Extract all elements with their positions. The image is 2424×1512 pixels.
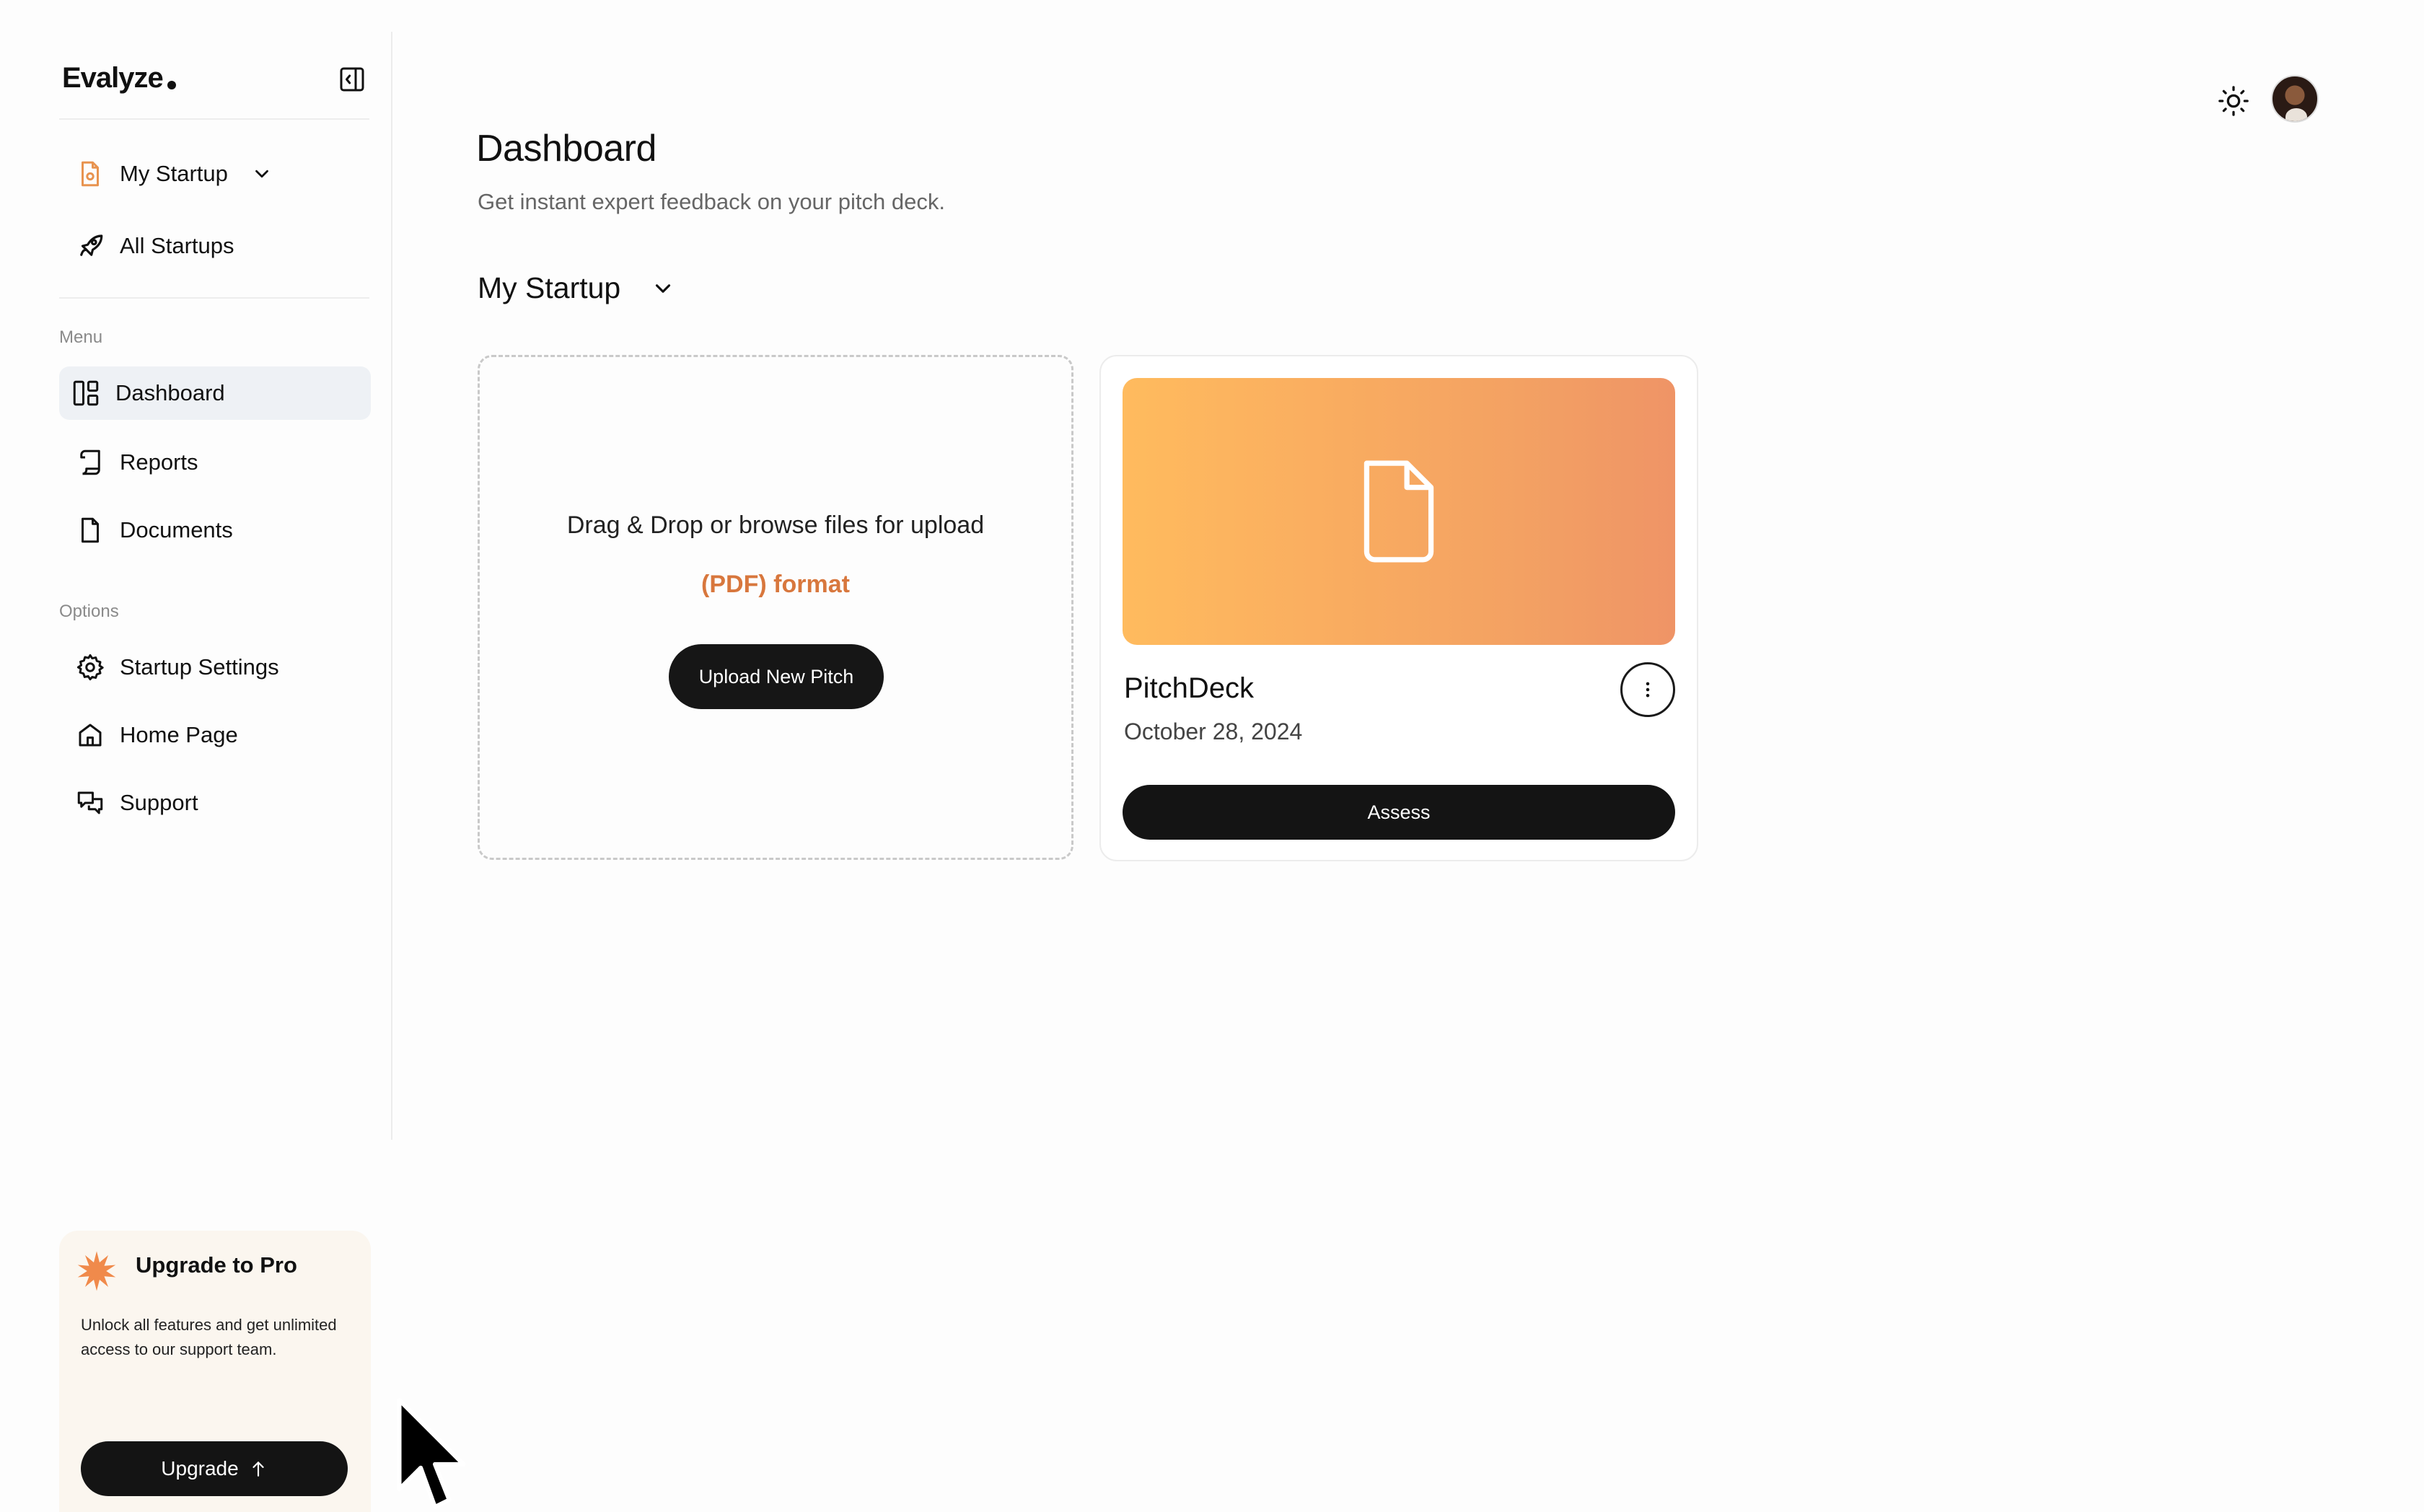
drop-zone-instructions: Drag & Drop or browse files for upload — [566, 511, 985, 539]
pitch-deck-card[interactable]: PitchDeck October 28, 2024 Assess — [1099, 355, 1698, 861]
scroll-icon — [74, 446, 107, 479]
options-section-label: Options — [59, 602, 119, 621]
brand-logo: Evalyze — [62, 62, 164, 94]
deck-name: PitchDeck — [1124, 672, 1255, 704]
startup-select-value: My Startup — [478, 271, 621, 304]
sidebar-item-label: Startup Settings — [120, 654, 279, 680]
sidebar-item-startup-settings[interactable]: Startup Settings — [59, 641, 371, 694]
sidebar-item-dashboard[interactable]: Dashboard — [59, 366, 371, 420]
document-icon — [74, 514, 107, 547]
brand-dot — [167, 81, 176, 89]
deck-thumbnail — [1123, 378, 1675, 645]
app-root: Evalyze My Startup All Startups Menu Das… — [0, 0, 2424, 1512]
document-icon — [1364, 460, 1434, 563]
sidebar-item-label: Reports — [120, 449, 198, 475]
all-startups-link[interactable]: All Startups — [59, 219, 371, 273]
upgrade-button-label: Upgrade — [161, 1457, 239, 1480]
rocket-icon — [74, 229, 107, 263]
sidebar-divider — [59, 118, 369, 120]
sidebar-border — [391, 32, 392, 1140]
startup-select-dropdown[interactable]: My Startup — [478, 271, 675, 305]
starburst-icon — [77, 1251, 116, 1291]
startup-switcher-label: My Startup — [120, 161, 228, 186]
sidebar-item-label: Home Page — [120, 722, 238, 747]
drop-zone-format: (PDF) format — [701, 571, 850, 598]
sidebar-divider — [59, 297, 369, 299]
mouse-cursor-icon — [397, 1397, 466, 1510]
startup-switcher[interactable]: My Startup — [59, 147, 371, 201]
upgrade-promo-card: Upgrade to Pro Unlock all features and g… — [59, 1231, 371, 1512]
chevron-down-icon — [255, 170, 268, 178]
sidebar-item-reports[interactable]: Reports — [59, 436, 371, 489]
arrow-up-icon — [252, 1462, 264, 1477]
startup-doc-icon — [74, 157, 107, 190]
page-subtitle: Get instant expert feedback on your pitc… — [478, 189, 945, 214]
chat-icon — [74, 786, 107, 819]
home-icon — [74, 718, 107, 752]
promo-description: Unlock all features and get unlimited ac… — [81, 1316, 337, 1358]
gear-icon — [74, 651, 107, 684]
sun-icon — [2218, 86, 2249, 116]
menu-section-label: Menu — [59, 328, 103, 347]
sidebar-collapse-icon — [340, 67, 364, 92]
deck-date: October 28, 2024 — [1124, 718, 1303, 744]
sidebar-item-home-page[interactable]: Home Page — [59, 708, 371, 762]
sidebar-item-label: Documents — [120, 517, 233, 542]
all-startups-label: All Startups — [120, 233, 234, 258]
file-drop-zone[interactable]: Drag & Drop or browse files for upload (… — [478, 355, 1073, 860]
upgrade-button[interactable]: Upgrade — [81, 1441, 348, 1496]
theme-toggle-button[interactable] — [2215, 82, 2252, 120]
upload-new-pitch-button[interactable]: Upload New Pitch — [669, 644, 884, 709]
sidebar: Evalyze My Startup All Startups Menu Das… — [0, 0, 393, 1512]
sidebar-item-support[interactable]: Support — [59, 776, 371, 830]
assess-button[interactable]: Assess — [1123, 785, 1675, 840]
more-vertical-icon — [1646, 682, 1650, 698]
sidebar-item-label: Support — [120, 790, 198, 815]
user-avatar[interactable] — [2271, 75, 2319, 123]
sidebar-item-label: Dashboard — [115, 380, 225, 405]
chevron-down-icon — [656, 284, 671, 293]
dashboard-icon — [69, 377, 102, 410]
collapse-sidebar-button[interactable] — [338, 65, 366, 94]
sidebar-item-documents[interactable]: Documents — [59, 504, 371, 557]
page-title: Dashboard — [476, 128, 656, 170]
deck-more-options-button[interactable] — [1620, 662, 1675, 717]
promo-title: Upgrade to Pro — [136, 1252, 297, 1278]
